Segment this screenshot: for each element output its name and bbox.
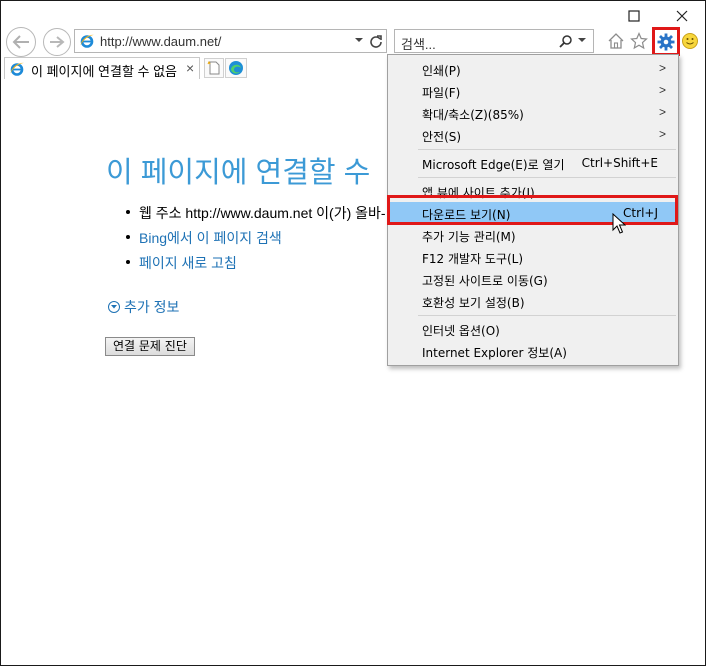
- close-window-button[interactable]: [667, 5, 697, 27]
- refresh-icon[interactable]: [369, 34, 383, 48]
- menu-item-open-edge[interactable]: Microsoft Edge(E)로 열기 Ctrl+Shift+E: [388, 152, 678, 174]
- submenu-arrow-icon: >: [658, 83, 666, 97]
- bing-search-link[interactable]: Bing에서 이 페이지 검색: [126, 228, 386, 253]
- new-tab-button[interactable]: [204, 58, 224, 78]
- menu-item-internet-options[interactable]: 인터넷 옵션(O): [388, 318, 678, 340]
- menu-item-dev-tools[interactable]: F12 개발자 도구(L): [388, 246, 678, 268]
- favorites-star-icon: [630, 32, 648, 50]
- diagnose-connection-button[interactable]: 연결 문제 진단: [105, 337, 195, 356]
- search-box[interactable]: 검색...: [394, 29, 594, 53]
- submenu-arrow-icon: >: [658, 61, 666, 75]
- menu-item-pinned-sites[interactable]: 고정된 사이트로 이동(G): [388, 268, 678, 290]
- address-url[interactable]: http://www.daum.net/: [100, 34, 221, 49]
- dropdown-icon[interactable]: [354, 35, 364, 45]
- more-info-label: 추가 정보: [124, 299, 180, 315]
- menu-item-file[interactable]: 파일(F) >: [388, 80, 678, 102]
- home-icon: [608, 33, 624, 49]
- tab-close-button[interactable]: ×: [186, 60, 194, 76]
- tab-title: 이 페이지에 연결할 수 없음: [31, 64, 178, 79]
- suggestion-list: 웹 주소 http://www.daum.net 이(가) 올바- Bing에서…: [126, 203, 386, 278]
- ie-logo-icon: [10, 62, 24, 76]
- forward-icon: [50, 36, 65, 48]
- downloads-highlight-box: [387, 195, 678, 225]
- open-edge-button[interactable]: [225, 58, 247, 78]
- search-icon[interactable]: [559, 34, 573, 48]
- more-info-toggle[interactable]: 추가 정보: [108, 297, 179, 317]
- menu-separator: [418, 149, 676, 150]
- page-title: 이 페이지에 연결할 수: [106, 157, 371, 189]
- menu-separator: [418, 315, 676, 316]
- edge-icon: [229, 61, 243, 75]
- menu-item-safety[interactable]: 안전(S) >: [388, 124, 678, 146]
- menu-item-manage-addons[interactable]: 추가 기능 관리(M): [388, 224, 678, 246]
- browser-window: http://www.daum.net/ 검색... 이 페이지에 연결할 수 …: [0, 0, 706, 666]
- feedback-button[interactable]: [680, 31, 700, 51]
- submenu-arrow-icon: >: [658, 127, 666, 141]
- cursor-icon: [612, 213, 626, 234]
- maximize-button[interactable]: [619, 5, 649, 27]
- home-button[interactable]: [606, 31, 626, 51]
- maximize-icon: [628, 10, 640, 22]
- search-placeholder[interactable]: 검색...: [401, 34, 436, 53]
- gear-highlight-box: [652, 27, 680, 56]
- submenu-arrow-icon: >: [658, 105, 666, 119]
- chevron-down-icon: [108, 301, 120, 313]
- refresh-page-link[interactable]: 페이지 새로 고침: [126, 253, 386, 278]
- menu-item-zoom[interactable]: 확대/축소(Z)(85%) >: [388, 102, 678, 124]
- forward-button[interactable]: [43, 28, 71, 56]
- address-bar[interactable]: http://www.daum.net/: [74, 29, 387, 53]
- smiley-icon: [682, 33, 698, 49]
- back-button[interactable]: [6, 27, 36, 57]
- menu-item-about-ie[interactable]: Internet Explorer 정보(A): [388, 340, 678, 362]
- menu-item-compat-view[interactable]: 호환성 보기 설정(B): [388, 290, 678, 312]
- menu-separator: [418, 177, 676, 178]
- ie-logo-icon: [80, 34, 94, 48]
- tab-current[interactable]: 이 페이지에 연결할 수 없음 ×: [4, 57, 200, 79]
- close-icon: [676, 10, 688, 22]
- menu-item-print[interactable]: 인쇄(P) >: [388, 58, 678, 80]
- back-icon: [12, 35, 29, 49]
- new-tab-icon: [207, 60, 220, 75]
- favorites-button[interactable]: [629, 31, 649, 51]
- search-dropdown-icon[interactable]: [577, 35, 587, 45]
- list-item-check-url: 웹 주소 http://www.daum.net 이(가) 올바-: [126, 203, 386, 228]
